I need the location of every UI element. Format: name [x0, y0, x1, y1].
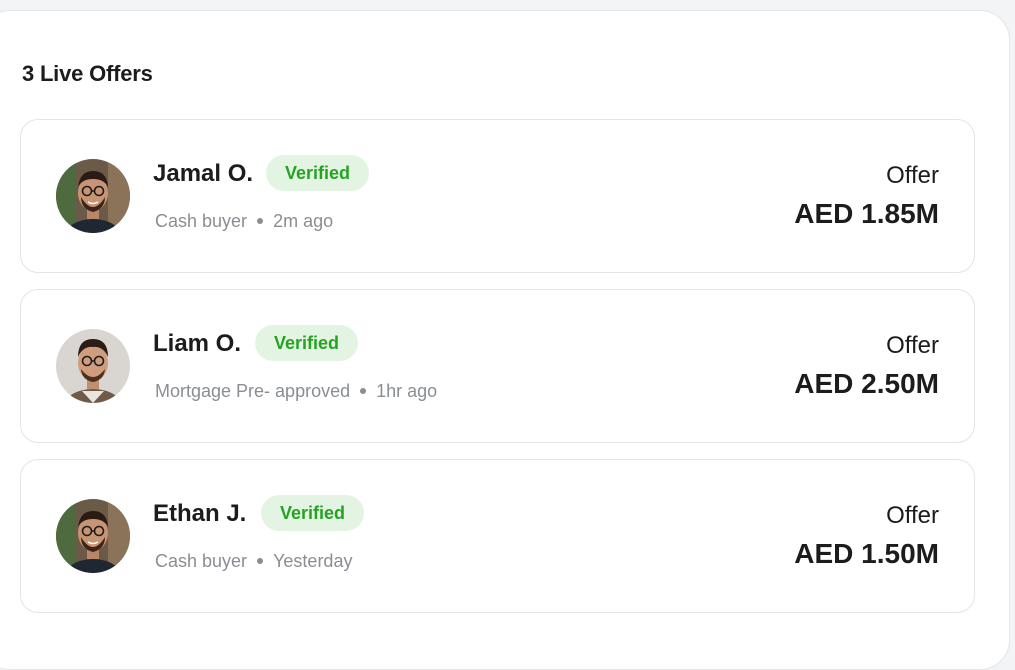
person-avatar-icon [56, 329, 130, 403]
separator-dot [360, 388, 367, 395]
buyer-meta: Cash buyer Yesterday [155, 551, 352, 572]
offer-card[interactable]: Ethan J. Verified Cash buyer Yesterday Of… [20, 459, 975, 613]
offer-time: 2m ago [273, 211, 334, 231]
buyer-meta: Cash buyer 2m ago [155, 211, 333, 232]
buyer-type: Cash buyer [155, 211, 248, 231]
offer-amount: AED 2.50M [794, 368, 939, 399]
buyer-name: Ethan J. [153, 500, 247, 527]
buyer-type: Mortgage Pre- approved [155, 381, 351, 401]
separator-dot [257, 218, 264, 225]
verified-badge: Verified [266, 155, 370, 191]
offer-time: Yesterday [273, 551, 353, 571]
panel-title: 3 Live Offers [22, 61, 153, 86]
buyer-name: Liam O. [153, 330, 242, 357]
offer-card[interactable]: Jamal O. Verified Cash buyer 2m ago Offer… [20, 119, 975, 273]
offer-amount: AED 1.50M [794, 538, 939, 569]
buyer-name: Jamal O. [153, 160, 254, 187]
person-avatar-icon [56, 499, 130, 573]
avatar [56, 499, 130, 573]
buyer-meta: Mortgage Pre- approved 1hr ago [155, 381, 437, 402]
person-avatar-icon [56, 159, 130, 233]
separator-dot [257, 558, 264, 565]
offer-amount: AED 1.85M [794, 198, 939, 229]
verified-badge: Verified [255, 325, 359, 361]
buyer-type: Cash buyer [155, 551, 248, 571]
verified-badge: Verified [261, 495, 365, 531]
offer-label: Offer [886, 502, 939, 529]
offer-card[interactable]: Liam O. Verified Mortgage Pre- approved 1… [20, 289, 975, 443]
offer-label: Offer [886, 162, 939, 189]
offer-label: Offer [886, 332, 939, 359]
offer-time: 1hr ago [376, 381, 438, 401]
avatar [56, 329, 130, 403]
avatar [56, 159, 130, 233]
